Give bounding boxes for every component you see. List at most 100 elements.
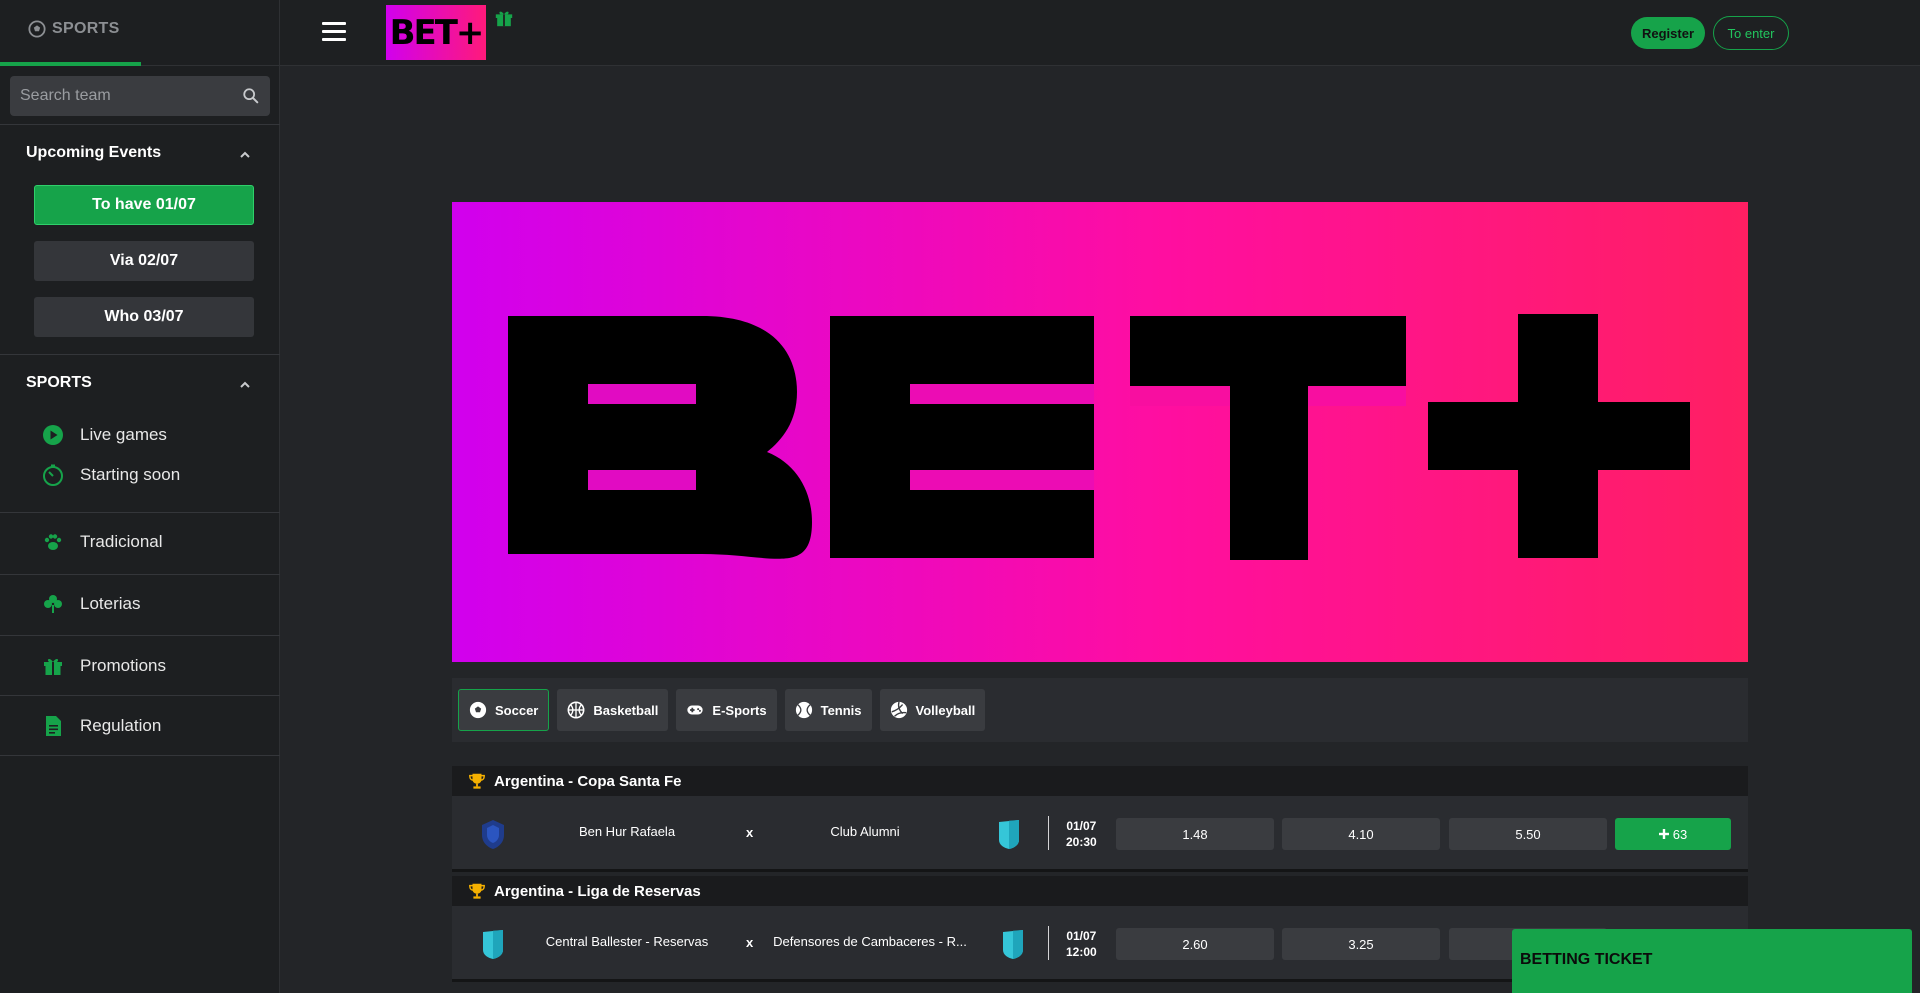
league-header[interactable]: Argentina - Liga de Reservas xyxy=(452,876,1748,906)
register-button[interactable]: Register xyxy=(1631,17,1705,49)
betting-ticket-panel[interactable]: BETTING TICKET xyxy=(1512,929,1912,993)
odd-home-button[interactable]: 2.60 xyxy=(1116,928,1274,960)
play-icon xyxy=(42,424,64,446)
gift-icon[interactable] xyxy=(494,8,514,28)
date-button-0307[interactable]: Who 03/07 xyxy=(34,297,254,337)
match-datetime: 01/07 20:30 xyxy=(1066,818,1097,850)
separator xyxy=(1048,816,1049,850)
team-crest-icon xyxy=(999,820,1019,849)
team-crest-icon xyxy=(482,820,504,849)
away-team: Defensores de Cambaceres - R... xyxy=(773,934,967,949)
sidebar-item-starting-soon[interactable]: Starting soon xyxy=(42,464,180,486)
odd-draw-button[interactable]: 3.25 xyxy=(1282,928,1440,960)
top-header: BET+ Register To enter xyxy=(280,0,1920,66)
sidebar-item-regulation[interactable]: Regulation xyxy=(42,715,161,737)
odd-away-button[interactable]: 5.50 xyxy=(1449,818,1607,850)
active-tab-indicator xyxy=(0,62,141,66)
sidebar-item-loterias[interactable]: Loterias xyxy=(42,593,140,615)
league-name: Argentina - Copa Santa Fe xyxy=(494,772,682,790)
divider xyxy=(0,512,280,513)
search-box xyxy=(10,76,270,116)
more-markets-button[interactable]: 63 xyxy=(1615,818,1731,850)
divider xyxy=(0,755,280,756)
tab-soccer[interactable]: Soccer xyxy=(458,689,550,731)
basketball-icon xyxy=(567,701,585,719)
gamepad-icon xyxy=(687,705,704,715)
tab-basketball[interactable]: Basketball xyxy=(557,689,669,731)
date-button-label: To have 01/07 xyxy=(92,196,196,213)
sidebar-item-promotions[interactable]: Promotions xyxy=(42,655,166,677)
tab-label: Basketball xyxy=(593,702,659,718)
tennis-ball-icon xyxy=(795,701,812,719)
match-datetime: 01/07 12:00 xyxy=(1066,928,1097,960)
promo-banner[interactable] xyxy=(452,202,1748,662)
tab-esports[interactable]: E-Sports xyxy=(676,689,777,731)
team-crest-icon xyxy=(1003,930,1023,959)
more-markets-count: 63 xyxy=(1672,826,1688,842)
sports-tab[interactable]: SPORTS xyxy=(28,20,120,38)
sidebar-item-label: Regulation xyxy=(80,716,162,735)
league-name: Argentina - Liga de Reservas xyxy=(494,882,701,900)
date-button-0107[interactable]: To have 01/07 xyxy=(34,185,254,225)
divider xyxy=(0,695,280,696)
match-row[interactable]: Ben Hur Rafaela x Club Alumni 01/07 20:3… xyxy=(452,796,1748,872)
sports-tab-label: SPORTS xyxy=(52,20,120,37)
document-icon xyxy=(42,715,64,737)
timer-icon xyxy=(42,464,64,486)
team-crest-icon xyxy=(483,930,503,959)
chevron-up-icon[interactable] xyxy=(238,148,252,162)
clover-icon xyxy=(42,593,64,615)
tab-label: E-Sports xyxy=(712,702,767,718)
upcoming-events-title: Upcoming Events xyxy=(26,144,162,161)
trophy-icon xyxy=(469,883,485,899)
odd-draw-button[interactable]: 4.10 xyxy=(1282,818,1440,850)
brand-logo[interactable]: BET+ xyxy=(386,5,486,60)
tab-tennis[interactable]: Tennis xyxy=(784,689,872,731)
date-button-label: Who 03/07 xyxy=(104,308,184,325)
sidebar-header: SPORTS xyxy=(0,0,279,66)
sidebar: SPORTS Upcoming Events To have 01/07 Via… xyxy=(0,0,280,993)
sport-tabs: Soccer Basketball E-Sports Tennis Volley… xyxy=(452,678,1748,742)
tab-volleyball[interactable]: Volleyball xyxy=(879,689,986,731)
sidebar-item-label: Promotions xyxy=(80,656,166,675)
banner-logo xyxy=(508,314,1690,560)
soccer-ball-icon xyxy=(469,701,487,719)
search-icon[interactable] xyxy=(242,87,260,105)
login-button[interactable]: To enter xyxy=(1713,16,1789,50)
betting-ticket-label: BETTING TICKET xyxy=(1520,951,1653,968)
paw-icon xyxy=(42,531,64,553)
divider xyxy=(0,635,280,636)
trophy-icon xyxy=(469,773,485,789)
sports-section-title: SPORTS xyxy=(26,374,92,391)
volleyball-icon xyxy=(890,701,907,719)
date-button-0207[interactable]: Via 02/07 xyxy=(34,241,254,281)
gift-icon xyxy=(42,655,64,677)
separator xyxy=(1048,926,1049,960)
match-time: 12:00 xyxy=(1066,945,1097,959)
match-date: 01/07 xyxy=(1066,929,1097,943)
menu-icon[interactable] xyxy=(322,22,346,42)
versus-label: x xyxy=(746,935,754,950)
date-button-label: Via 02/07 xyxy=(109,252,179,269)
home-team: Ben Hur Rafaela xyxy=(578,824,676,839)
sidebar-item-label: Live games xyxy=(80,425,167,444)
home-team: Central Ballester - Reservas xyxy=(545,934,709,949)
tab-label: Soccer xyxy=(495,702,539,718)
divider xyxy=(0,574,280,575)
search-input[interactable] xyxy=(20,87,242,105)
league-header[interactable]: Argentina - Copa Santa Fe xyxy=(452,766,1748,796)
match-time: 20:30 xyxy=(1066,835,1097,849)
versus-label: x xyxy=(746,825,754,840)
odd-home-button[interactable]: 1.48 xyxy=(1116,818,1274,850)
tab-label: Volleyball xyxy=(915,702,976,718)
soccer-ball-icon xyxy=(28,20,46,38)
divider xyxy=(0,354,280,355)
tab-label: Tennis xyxy=(820,702,862,718)
sidebar-item-live-games[interactable]: Live games xyxy=(42,424,167,446)
sidebar-item-label: Tradicional xyxy=(80,532,163,551)
sidebar-item-label: Loterias xyxy=(80,594,141,613)
match-date: 01/07 xyxy=(1066,819,1097,833)
away-team: Club Alumni xyxy=(830,824,900,839)
sidebar-item-tradicional[interactable]: Tradicional xyxy=(42,531,163,553)
chevron-up-icon[interactable] xyxy=(238,378,252,392)
